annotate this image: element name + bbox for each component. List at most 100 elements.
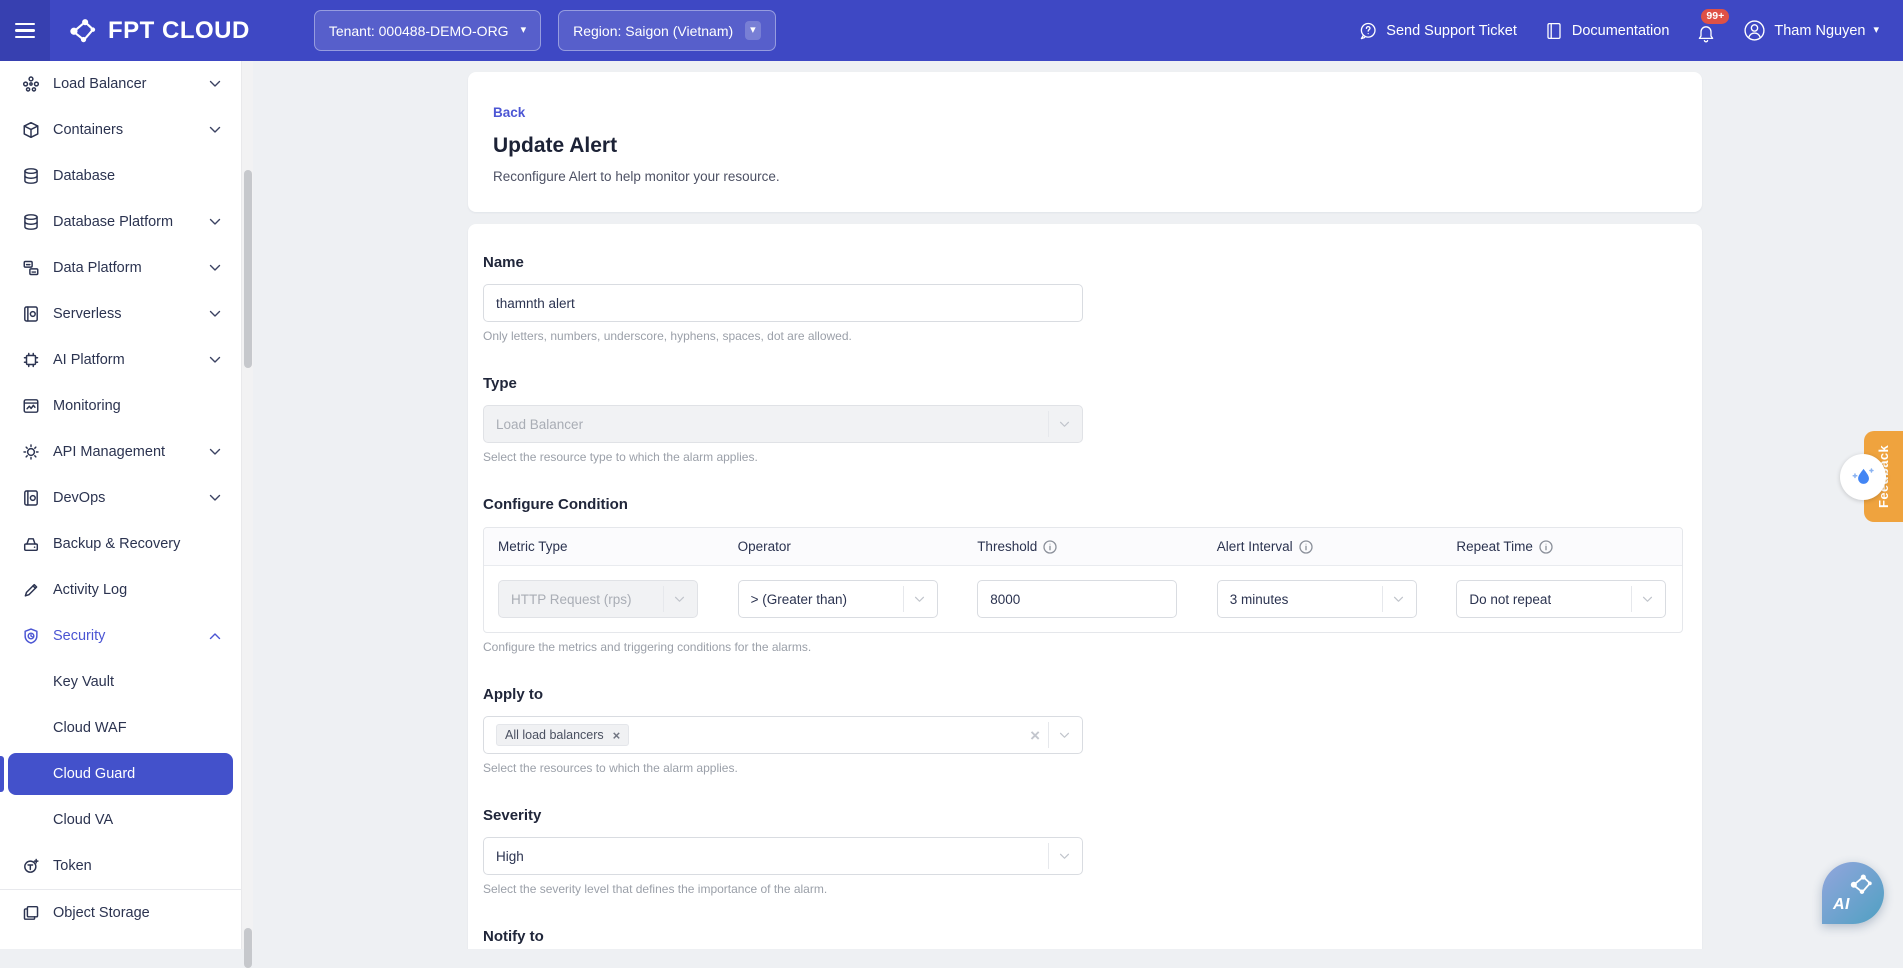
ai-assistant-button[interactable]: AI [1822,862,1884,924]
sidebar-item-monitoring[interactable]: Monitoring [0,383,241,429]
chip-remove-icon[interactable]: × [613,729,621,742]
operator-select[interactable]: > (Greater than) [738,580,938,618]
sidebar-item-cloud-va[interactable]: Cloud VA [0,797,241,843]
selected-resource-chip: All load balancers × [496,724,629,746]
sidebar-item-cloud-guard[interactable]: Cloud Guard [0,751,241,797]
sidebar-item-object-storage[interactable]: Object Storage [0,890,241,936]
hamburger-menu-button[interactable] [0,0,50,61]
db-icon [22,167,40,185]
notification-count-badge: 99+ [1701,9,1729,25]
feedback-tab[interactable]: Feedback [1864,431,1903,522]
sidebar-item-label: Cloud VA [53,812,113,828]
notifications-button[interactable]: 99+ [1696,24,1716,44]
back-link[interactable]: Back [493,105,525,120]
notify-to-label: Notify to [483,928,1684,945]
shield-icon [22,627,40,645]
chevron-down-icon [209,218,221,226]
tenant-selector[interactable]: Tenant: 000488-DEMO-ORG ▾ [314,10,541,51]
alert-interval-cell: 3 minutes [1203,580,1443,618]
user-menu[interactable]: Tham Nguyen ▾ [1743,19,1879,42]
sidebar-item-label: DevOps [53,490,105,506]
configure-condition-label: Configure Condition [483,496,1684,513]
chevron-down-icon [1393,596,1404,603]
chevron-down-icon [209,80,221,88]
column-header-repeat-time: Repeat Time [1442,539,1682,554]
chevron-up-icon [209,632,221,640]
caret-down-icon: ▾ [745,21,761,40]
severity-helper: Select the severity level that defines t… [483,882,1684,896]
scrollbar-thumb[interactable] [244,928,252,968]
condition-table-row: HTTP Request (rps) > (Greater than) 8000 [484,566,1682,632]
region-selector[interactable]: Region: Saigon (Vietnam) ▾ [558,10,776,51]
alert-form-card: Name thamnth alert Only letters, numbers… [468,224,1702,949]
cube-icon [22,121,40,139]
brand-name: FPT CLOUD [108,17,250,45]
sidebar-item-ai-platform[interactable]: AI Platform [0,337,241,383]
dp-icon [22,259,40,277]
sidebar-item-label: Data Platform [53,260,142,276]
molecule-icon [1848,871,1875,898]
column-header-label: Alert Interval [1217,539,1293,554]
sidebar-item-activity-log[interactable]: Activity Log [0,567,241,613]
repeat-time-cell: Do not repeat [1442,580,1682,618]
info-icon [1043,540,1057,554]
type-section: Type Load Balancer Select the resource t… [483,375,1684,464]
tenant-label: Tenant: 000488-DEMO-ORG [329,23,509,39]
sidebar-item-token[interactable]: Token [0,843,241,889]
sidebar-item-database-platform[interactable]: Database Platform [0,199,241,245]
alert-interval-select[interactable]: 3 minutes [1217,580,1417,618]
page-header-card: Back Update Alert Reconfigure Alert to h… [468,72,1702,212]
send-support-ticket-link[interactable]: Send Support Ticket [1358,21,1517,41]
sidebar-item-label: Key Vault [53,674,114,690]
scrollbar-thumb[interactable] [244,170,252,368]
sidebar-item-label: Database [53,168,115,184]
sidebar-item-label: Object Storage [53,905,150,921]
sidebar-item-key-vault[interactable]: Key Vault [0,659,241,705]
documentation-link[interactable]: Documentation [1544,21,1670,41]
page-title: Update Alert [493,134,1677,158]
feedback-icon-circle [1840,454,1886,500]
threshold-input[interactable]: 8000 [977,580,1177,618]
column-header-label: Repeat Time [1456,539,1533,554]
sidebar-item-label: Containers [53,122,123,138]
sidebar-scrollbar[interactable] [241,61,253,949]
name-helper: Only letters, numbers, underscore, hyphe… [483,329,1684,343]
sidebar-item-database[interactable]: Database [0,153,241,199]
apply-to-select[interactable]: All load balancers × × [483,716,1083,754]
documentation-label: Documentation [1572,23,1670,39]
repeat-time-select[interactable]: Do not repeat [1456,580,1666,618]
sidebar-item-load-balancer[interactable]: Load Balancer [0,61,241,107]
sidebar-item-data-platform[interactable]: Data Platform [0,245,241,291]
sidebar-item-serverless[interactable]: Serverless [0,291,241,337]
top-navbar: FPT CLOUD Tenant: 000488-DEMO-ORG ▾ Regi… [0,0,1903,61]
clear-selection-icon[interactable]: × [1030,727,1040,744]
info-icon [1299,540,1313,554]
column-header-alert-interval: Alert Interval [1203,539,1443,554]
sidebar-item-security[interactable]: Security [0,613,241,659]
sidebar-item-devops[interactable]: DevOps [0,475,241,521]
hub-icon [22,75,40,93]
bell-icon [1696,24,1716,44]
support-ticket-label: Send Support Ticket [1386,23,1517,39]
column-header-label: Metric Type [498,539,568,554]
sidebar-item-cloud-waf[interactable]: Cloud WAF [0,705,241,751]
severity-select[interactable]: High [483,837,1083,875]
sidebar-item-label: Database Platform [53,214,173,230]
sidebar-item-containers[interactable]: Containers [0,107,241,153]
name-value: thamnth alert [496,296,575,311]
sidebar-item-label: Monitoring [53,398,121,414]
name-label: Name [483,254,1684,271]
sidebar-item-label: AI Platform [53,352,125,368]
sidebar-item-backup-recovery[interactable]: Backup & Recovery [0,521,241,567]
condition-helper: Configure the metrics and triggering con… [483,640,1684,654]
sidebar-item-label: Activity Log [53,582,127,598]
type-select: Load Balancer [483,405,1083,443]
name-input[interactable]: thamnth alert [483,284,1083,322]
metric-type-cell: HTTP Request (rps) [484,580,724,618]
documentation-icon [1544,21,1564,41]
sidebar-item-api-management[interactable]: API Management [0,429,241,475]
ai-label: AI [1833,896,1850,914]
pencil-icon [22,581,40,599]
column-header-label: Operator [738,539,791,554]
chip-icon [22,351,40,369]
